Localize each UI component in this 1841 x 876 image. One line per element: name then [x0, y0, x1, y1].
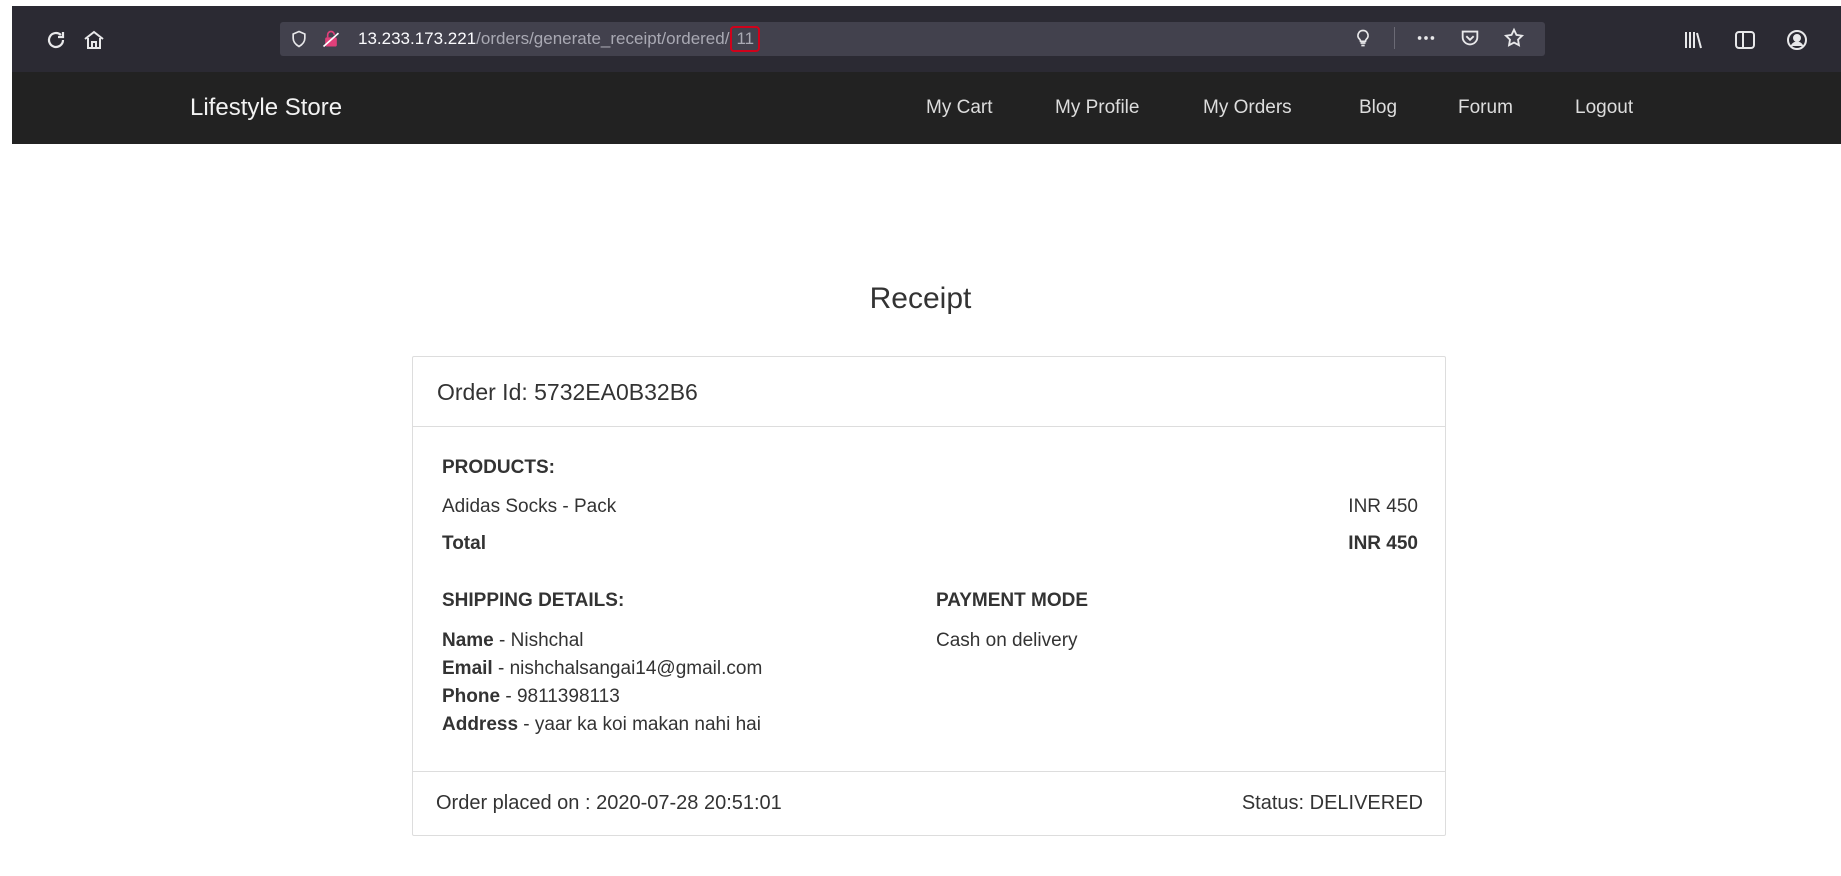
product-price: INR 450 [1348, 496, 1418, 517]
url-text[interactable]: 13.233.173.221/orders/generate_receipt/o… [358, 26, 761, 52]
nav-blog[interactable]: Blog [1359, 72, 1397, 144]
shipping-name: Name - Nishchal [442, 630, 584, 652]
nav-my-profile[interactable]: My Profile [1055, 72, 1139, 144]
shipping-email: Email - nishchalsangai14@gmail.com [442, 658, 762, 680]
product-name: Adidas Socks - Pack [442, 496, 617, 517]
payment-mode-value: Cash on delivery [936, 630, 1078, 651]
url-bar[interactable]: 13.233.173.221/orders/generate_receipt/o… [280, 22, 1545, 56]
more-icon[interactable] [1413, 25, 1439, 51]
account-icon[interactable] [1783, 26, 1811, 54]
home-icon[interactable] [80, 26, 108, 54]
shipping-address-value: - yaar ka koi makan nahi hai [518, 714, 761, 735]
url-order-id-highlight: 11 [730, 26, 761, 52]
reload-icon[interactable] [42, 26, 70, 54]
total-value: INR 450 [1348, 533, 1418, 554]
order-placed-date: Order placed on : 2020-07-28 20:51:01 [436, 792, 782, 814]
brand-link[interactable]: Lifestyle Store [190, 72, 342, 144]
shipping-details-label: SHIPPING DETAILS: [442, 590, 625, 611]
shipping-address-label: Address [442, 714, 519, 735]
status-text: Status: DELIVERED [1241, 792, 1423, 814]
page-title: Receipt [869, 282, 972, 315]
shipping-name-label: Name [442, 630, 494, 651]
shield-icon[interactable] [286, 26, 312, 52]
receipt-footer: Order placed on : 2020-07-28 20:51:01 St… [413, 771, 1445, 835]
url-path: /orders/generate_receipt/ordered/ [476, 29, 730, 48]
products-label: PRODUCTS: [442, 457, 555, 478]
order-id-heading: Order Id: 5732EA0B32B6 [413, 357, 1445, 427]
lightbulb-icon[interactable] [1350, 25, 1376, 51]
pocket-icon[interactable] [1457, 25, 1483, 51]
nav-logout[interactable]: Logout [1575, 72, 1633, 144]
shipping-email-label: Email [442, 658, 493, 679]
insecure-lock-icon[interactable] [318, 26, 344, 52]
nav-forum[interactable]: Forum [1458, 72, 1513, 144]
site-navbar: Lifestyle Store My Cart My Profile My Or… [12, 72, 1841, 144]
receipt-panel: Order Id: 5732EA0B32B6 PRODUCTS: Adidas … [412, 356, 1446, 836]
total-label: Total [442, 533, 486, 554]
receipt-body: PRODUCTS: Adidas Socks - Pack INR 450 To… [413, 427, 1445, 771]
shipping-phone-label: Phone [442, 686, 501, 707]
shipping-email-value: - nishchalsangai14@gmail.com [492, 658, 763, 679]
url-separator [1394, 27, 1395, 49]
nav-my-orders[interactable]: My Orders [1203, 72, 1292, 144]
url-host: 13.233.173.221 [358, 29, 477, 48]
bookmark-star-icon[interactable] [1501, 25, 1527, 51]
shipping-phone-value: - 9811398113 [500, 686, 620, 707]
nav-my-cart[interactable]: My Cart [926, 72, 993, 144]
shipping-phone: Phone - 9811398113 [442, 686, 620, 708]
shipping-name-value: - Nishchal [493, 630, 584, 651]
library-icon[interactable] [1679, 26, 1707, 54]
payment-mode-label: PAYMENT MODE [936, 590, 1089, 611]
shipping-address: Address - yaar ka koi makan nahi hai [442, 714, 761, 736]
sidebar-icon[interactable] [1731, 26, 1759, 54]
browser-toolbar: 13.233.173.221/orders/generate_receipt/o… [12, 6, 1841, 72]
